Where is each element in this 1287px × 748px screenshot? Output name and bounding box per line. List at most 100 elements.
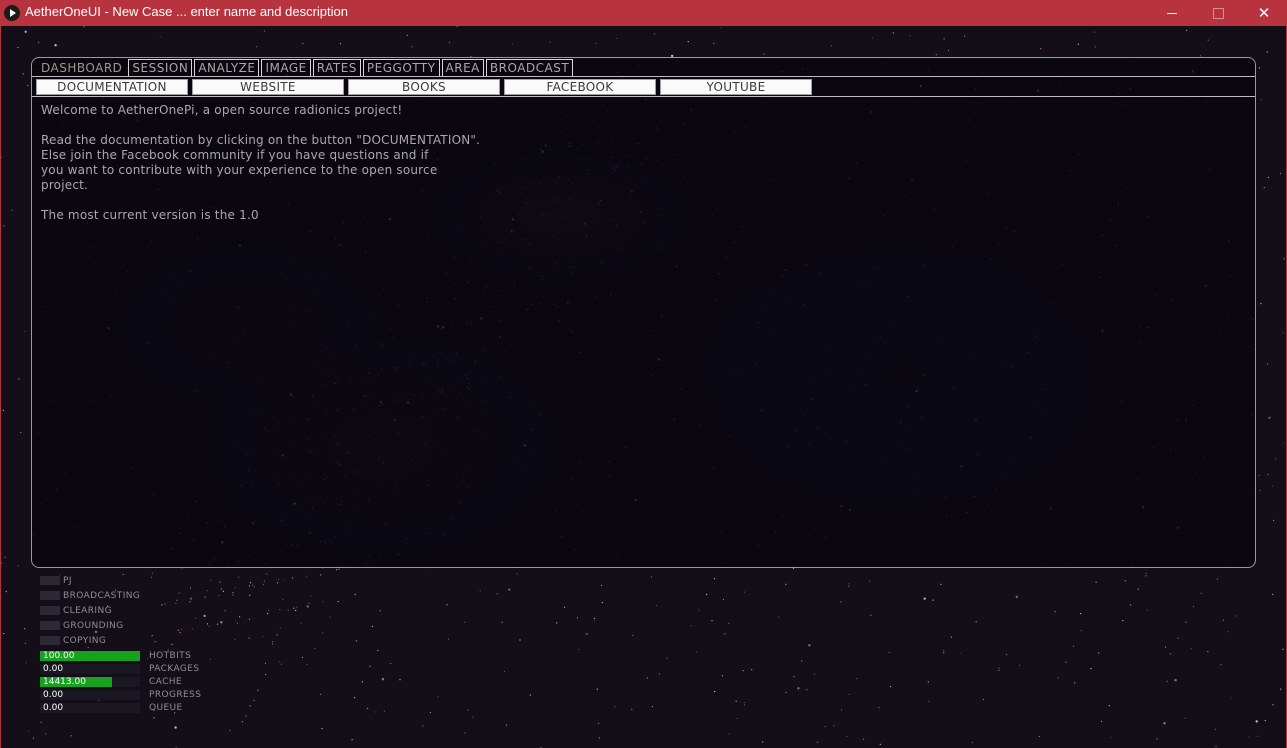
star [742, 670, 744, 672]
star [1266, 51, 1268, 53]
star [1272, 704, 1274, 706]
star [797, 687, 800, 690]
star [248, 585, 250, 587]
star [596, 688, 598, 690]
star [585, 632, 588, 636]
tab-area[interactable]: AREA [441, 59, 484, 77]
star [256, 46, 258, 48]
star [310, 595, 312, 597]
star [711, 620, 713, 622]
tab-dashboard[interactable]: DASHBOARD [37, 59, 126, 77]
star [598, 737, 601, 739]
star [262, 583, 264, 585]
star [1184, 717, 1186, 719]
link-divider [32, 96, 1255, 97]
star [229, 729, 231, 732]
close-button[interactable]: ✕ [1241, 0, 1287, 26]
star [501, 621, 503, 624]
youtube-button[interactable]: YOUTUBE [660, 79, 812, 95]
star [888, 651, 890, 653]
star [1073, 645, 1075, 648]
star [265, 673, 267, 676]
status-light [40, 621, 60, 630]
star [695, 651, 698, 653]
star [721, 675, 724, 677]
star [2, 409, 4, 411]
star [1280, 688, 1282, 690]
star [1282, 332, 1284, 334]
star [975, 621, 977, 623]
star [743, 591, 746, 593]
star [1267, 176, 1269, 178]
star [998, 667, 1000, 669]
star [28, 730, 30, 732]
star [448, 41, 451, 43]
star [189, 601, 191, 603]
star [1145, 572, 1147, 575]
minimize-button[interactable] [1149, 0, 1195, 26]
tab-rates[interactable]: RATES [312, 59, 361, 77]
tab-image[interactable]: IMAGE [261, 59, 311, 77]
star [302, 43, 304, 45]
website-button[interactable]: WEBSITE [192, 79, 344, 95]
star [863, 738, 865, 740]
star [909, 35, 911, 37]
star [927, 681, 929, 683]
star [4, 556, 6, 559]
star [219, 581, 221, 583]
welcome-line: Welcome to AetherOnePi, a open source ra… [41, 103, 403, 117]
star [479, 590, 481, 592]
tab-analyze[interactable]: ANALYZE [194, 59, 260, 77]
star [1263, 187, 1265, 189]
star [234, 639, 236, 641]
books-button[interactable]: BOOKS [348, 79, 500, 95]
star [1098, 652, 1100, 654]
star [232, 592, 234, 594]
star [840, 601, 842, 603]
documentation-button[interactable]: DOCUMENTATION [36, 79, 188, 95]
star [601, 602, 603, 604]
star [1259, 489, 1261, 491]
title-bar[interactable]: AetherOneUI - New Case ... enter name an… [0, 0, 1287, 26]
star [209, 658, 211, 660]
star [943, 649, 945, 652]
star [1220, 664, 1222, 666]
star [690, 625, 692, 627]
star [556, 622, 558, 624]
tab-peggotty[interactable]: PEGGOTTY [362, 59, 440, 77]
star [1166, 680, 1168, 682]
maximize-button[interactable] [1195, 0, 1241, 26]
star [763, 53, 765, 55]
star [593, 617, 596, 619]
star [249, 705, 251, 707]
star [714, 690, 716, 693]
tab-broadcast[interactable]: BROADCAST [485, 59, 574, 77]
star [744, 702, 746, 704]
facebook-button[interactable]: FACEBOOK [504, 79, 656, 95]
star [1122, 620, 1124, 622]
star [1279, 172, 1282, 174]
star [27, 84, 29, 87]
star [17, 565, 19, 567]
star [846, 735, 848, 738]
star [698, 609, 700, 611]
star [429, 711, 431, 714]
star [1080, 613, 1082, 615]
star [422, 725, 424, 727]
star [1145, 575, 1147, 577]
star [216, 623, 219, 625]
star [1100, 720, 1103, 722]
star [943, 38, 945, 40]
star [830, 45, 832, 47]
star [263, 30, 265, 32]
tab-session[interactable]: SESSION [128, 59, 193, 77]
star [1282, 648, 1284, 651]
star [1165, 646, 1167, 648]
star [1163, 722, 1166, 725]
star [940, 583, 942, 586]
star [467, 709, 469, 711]
star [329, 616, 331, 618]
version-line: The most current version is the 1.0 [41, 208, 259, 222]
star [300, 622, 302, 624]
star [1255, 720, 1258, 723]
